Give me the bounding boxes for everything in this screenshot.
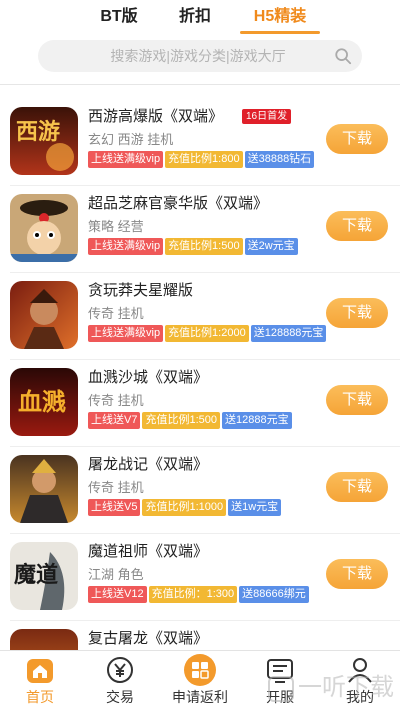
game-icon[interactable] <box>10 194 78 262</box>
game-name: 超品芝麻官豪华版《双端》 <box>88 195 269 212</box>
game-genre: 玄幻 西游 挂机 <box>88 132 174 147</box>
game-icon[interactable] <box>10 281 78 349</box>
game-genre: 江湖 角色 <box>88 567 144 582</box>
watermark: 一听下载 <box>268 667 394 702</box>
divider <box>10 620 400 621</box>
download-button[interactable]: 下载 <box>326 124 388 154</box>
divider <box>10 272 400 273</box>
tab-bt[interactable]: BT版 <box>84 0 154 34</box>
game-icon[interactable] <box>10 455 78 523</box>
game-genre: 传奇 挂机 <box>88 480 144 495</box>
tag-ratio: 充值比例1:800 <box>165 151 243 168</box>
divider <box>0 84 400 85</box>
tag-vip: 上线送满级vip <box>88 238 164 255</box>
tag-vip: 上线送V12 <box>88 586 147 603</box>
yen-icon <box>107 657 133 683</box>
tag-vip: 上线送满级vip <box>88 151 164 168</box>
search-bar <box>38 40 362 72</box>
game-tags: 上线送满级vip 充值比例1:500 送2w元宝 <box>88 238 298 255</box>
tab-discount[interactable]: 折扣 <box>160 0 230 34</box>
nav-trade[interactable]: 交易 <box>80 651 160 710</box>
game-icon[interactable]: 西游 <box>10 107 78 175</box>
game-icon[interactable]: 血溅 <box>10 368 78 436</box>
list-item[interactable]: 魔道 魔道祖师《双端》 江湖 角色 上线送V12 充值比例：1:300 送886… <box>0 542 400 628</box>
watermark-logo-icon <box>268 675 294 702</box>
game-tags: 上线送V7 充值比例1:500 送12888元宝 <box>88 412 292 429</box>
download-button[interactable]: 下载 <box>326 385 388 415</box>
list-item[interactable]: 屠龙战记《双端》 传奇 挂机 上线送V5 充值比例1:1000 送1w元宝 下载 <box>0 455 400 541</box>
game-tags: 上线送V5 充值比例1:1000 送1w元宝 <box>88 499 282 516</box>
top-tab-bar: BT版 折扣 H5精装 <box>0 0 400 34</box>
game-icon-text: 魔道 <box>14 562 58 588</box>
game-name: 复古屠龙《双端》 <box>88 630 209 647</box>
tag-ratio: 充值比例1:500 <box>165 238 243 255</box>
tag-gift: 送2w元宝 <box>244 238 298 255</box>
tag-gift: 送12888元宝 <box>222 412 292 429</box>
download-button[interactable]: 下载 <box>326 298 388 328</box>
download-button[interactable]: 下载 <box>326 559 388 589</box>
divider <box>10 359 400 360</box>
tag-gift: 送1w元宝 <box>228 499 282 516</box>
tag-vip: 上线送V5 <box>88 499 141 516</box>
game-name: 西游高爆版《双端》 <box>88 108 224 125</box>
tag-ratio: 充值比例1:1000 <box>142 499 227 516</box>
list-item[interactable]: 贪玩莽夫星耀版 传奇 挂机 上线送满级vip 充值比例1:2000 送12888… <box>0 281 400 367</box>
game-icon-text: 血溅 <box>18 388 66 416</box>
game-genre: 传奇 挂机 <box>88 393 144 408</box>
game-tags: 上线送V12 充值比例：1:300 送88666绑元 <box>88 586 309 603</box>
nav-rebate-label: 申请返利 <box>172 689 228 705</box>
tag-ratio: 充值比例1:2000 <box>165 325 249 342</box>
divider <box>10 185 400 186</box>
tag-ratio: 充值比例1:500 <box>142 412 220 429</box>
tab-h5[interactable]: H5精装 <box>238 0 322 34</box>
tag-vip: 上线送满级vip <box>88 325 164 342</box>
search-input[interactable] <box>38 40 328 72</box>
divider <box>10 533 400 534</box>
game-genre: 传奇 挂机 <box>88 306 144 321</box>
search-icon[interactable] <box>334 47 352 65</box>
divider <box>10 446 400 447</box>
list-item[interactable]: 血溅 血溅沙城《双端》 传奇 挂机 上线送V7 充值比例1:500 送12888… <box>0 368 400 454</box>
tag-vip: 上线送V7 <box>88 412 141 429</box>
list-item[interactable]: 西游 西游高爆版《双端》 16日首发 玄幻 西游 挂机 上线送满级vip 充值比… <box>0 107 400 193</box>
tag-ratio: 充值比例：1:300 <box>148 586 238 603</box>
tag-gift: 送38888钻石 <box>244 151 315 168</box>
download-button[interactable]: 下载 <box>326 472 388 502</box>
nav-trade-label: 交易 <box>106 689 134 705</box>
game-icon[interactable]: 魔道 <box>10 542 78 610</box>
home-icon <box>27 659 53 683</box>
release-badge: 16日首发 <box>242 109 292 124</box>
game-name: 血溅沙城《双端》 <box>88 369 209 386</box>
download-button[interactable]: 下载 <box>326 211 388 241</box>
game-tags: 上线送满级vip 充值比例1:800 送38888钻石 <box>88 151 315 168</box>
game-genre: 策略 经营 <box>88 219 144 234</box>
list-item[interactable]: 超品芝麻官豪华版《双端》 策略 经营 上线送满级vip 充值比例1:500 送2… <box>0 194 400 280</box>
game-icon-text: 西游 <box>16 119 60 145</box>
game-name: 贪玩莽夫星耀版 <box>88 282 194 299</box>
rebate-icon <box>184 654 216 686</box>
game-name: 魔道祖师《双端》 <box>88 543 209 560</box>
nav-home[interactable]: 首页 <box>0 651 80 710</box>
game-name: 屠龙战记《双端》 <box>88 456 209 473</box>
nav-rebate[interactable]: 申请返利 <box>160 651 240 710</box>
watermark-text: 一听下载 <box>298 674 394 701</box>
game-tags: 上线送满级vip 充值比例1:2000 送128888元宝 <box>88 325 327 342</box>
nav-home-label: 首页 <box>26 689 54 705</box>
tag-gift: 送88666绑元 <box>239 586 309 603</box>
tag-gift: 送128888元宝 <box>250 325 327 342</box>
